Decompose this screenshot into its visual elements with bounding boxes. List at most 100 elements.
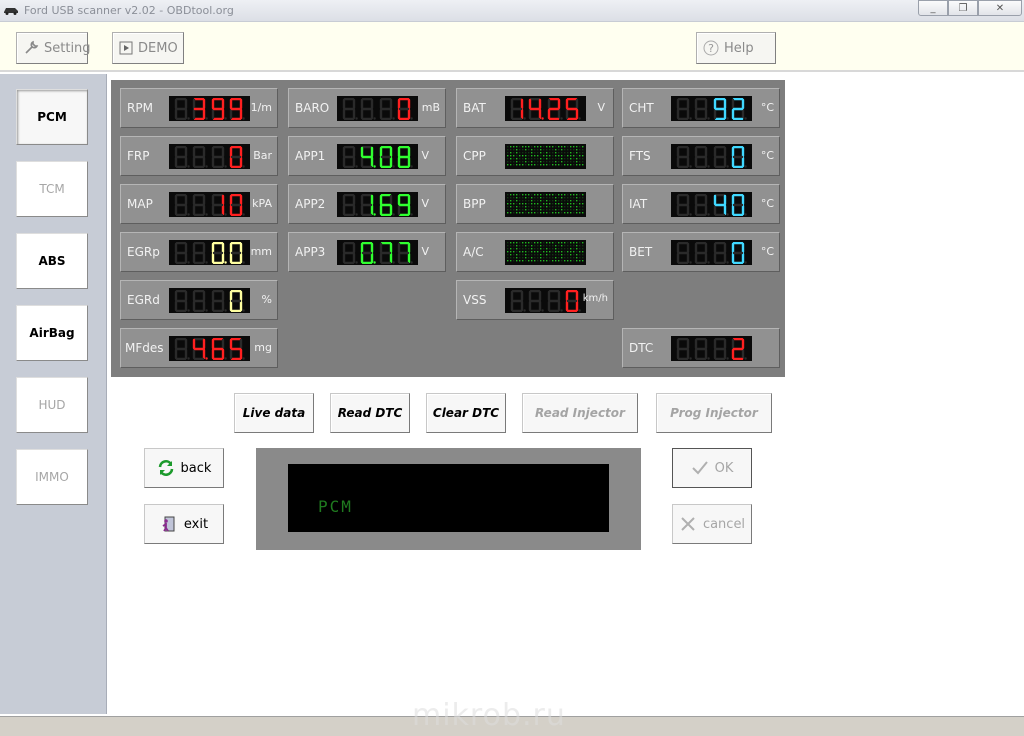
restore-button[interactable]: ❐	[948, 0, 978, 16]
seven-seg-display	[337, 240, 418, 265]
gauge-unit: mg	[254, 341, 272, 354]
prog-injector-button[interactable]: Prog Injector	[656, 393, 772, 433]
sidebar-item-label: ABS	[38, 254, 66, 268]
help-button[interactable]: ? Help	[696, 32, 776, 64]
seven-seg-display	[169, 96, 250, 121]
back-label: back	[180, 460, 212, 476]
gauge-map: MAP kPA	[120, 184, 278, 224]
dot-matrix-display	[505, 240, 586, 265]
gauge-label: CHT	[629, 101, 654, 115]
gauge-bet: BET °C	[622, 232, 780, 272]
sidebar-item-label: AirBag	[29, 326, 75, 340]
car-icon	[4, 8, 18, 15]
gauge-label: BAT	[463, 101, 486, 115]
cross-icon	[679, 515, 697, 533]
clear-dtc-button[interactable]: Clear DTC	[426, 393, 506, 433]
seven-seg-display	[671, 192, 752, 217]
gauge-label: MAP	[127, 197, 153, 211]
help-label: Help	[724, 40, 754, 56]
gauge-label: IAT	[629, 197, 648, 211]
gauge-unit: °C	[760, 149, 774, 162]
gauge-unit: mB	[421, 101, 440, 114]
gauge-unit: °C	[760, 101, 774, 114]
gauge-bat: BAT V	[456, 88, 614, 128]
gauge-unit: Bar	[253, 149, 272, 162]
gauge-cpp: CPP	[456, 136, 614, 176]
sidebar-item-pcm[interactable]: PCM	[16, 89, 88, 145]
gauge-label: APP2	[295, 197, 326, 211]
setting-button[interactable]: Setting	[16, 32, 91, 64]
sidebar-item-label: IMMO	[35, 470, 69, 484]
dot-matrix-display	[505, 192, 586, 217]
gauge-label: BPP	[463, 197, 486, 211]
gauge-unit: V	[421, 197, 429, 210]
gauge-frp: FRP Bar	[120, 136, 278, 176]
sidebar-item-airbag[interactable]: AirBag	[16, 305, 88, 361]
gauge-label: APP1	[295, 149, 326, 163]
seven-seg-display	[337, 96, 418, 121]
message-text: PCM	[318, 497, 353, 516]
gauge-app1: APP1 V	[288, 136, 446, 176]
seven-seg-display	[337, 144, 418, 169]
seven-seg-display	[505, 288, 586, 313]
gauge-egrp: EGRp mm	[120, 232, 278, 272]
gauge-rpm: RPM 1/m	[120, 88, 278, 128]
dot-matrix-display	[505, 144, 586, 169]
cancel-button[interactable]: cancel	[672, 504, 752, 544]
gauge-unit: mm	[250, 245, 272, 258]
check-icon	[691, 459, 709, 477]
ok-button[interactable]: OK	[672, 448, 752, 488]
read-dtc-button[interactable]: Read DTC	[330, 393, 410, 433]
seven-seg-display	[671, 336, 752, 361]
window-title: Ford USB scanner v2.02 - OBDtool.org	[24, 4, 234, 17]
gauge-unit: kPA	[252, 197, 272, 210]
wrench-icon	[23, 40, 39, 56]
gauge-label: FRP	[127, 149, 150, 163]
gauge-label: EGRp	[127, 245, 160, 259]
gauge-egrd: EGRd %	[120, 280, 278, 320]
seven-seg-display	[169, 336, 250, 361]
gauge-fts: FTS °C	[622, 136, 780, 176]
watermark-text: mikrob.ru	[412, 698, 566, 733]
minimize-button[interactable]: _	[918, 0, 948, 16]
sidebar-item-hud[interactable]: HUD	[16, 377, 88, 433]
gauge-label: APP3	[295, 245, 326, 259]
sidebar-item-immo[interactable]: IMMO	[16, 449, 88, 505]
gauge-app2: APP2 V	[288, 184, 446, 224]
back-button[interactable]: back	[144, 448, 224, 488]
sidebar-item-tcm[interactable]: TCM	[16, 161, 88, 217]
gauge-iat: IAT °C	[622, 184, 780, 224]
gauge-unit: V	[421, 245, 429, 258]
sidebar-item-label: HUD	[38, 398, 66, 412]
svg-text:?: ?	[708, 42, 714, 55]
ok-label: OK	[714, 460, 734, 476]
seven-seg-display	[169, 192, 250, 217]
exit-button[interactable]: exit	[144, 504, 224, 544]
live-data-button[interactable]: Live data	[234, 393, 314, 433]
title-bar: Ford USB scanner v2.02 - OBDtool.org _ ❐…	[0, 0, 1024, 22]
demo-button[interactable]: DEMO	[112, 32, 184, 64]
message-display: PCM	[288, 464, 609, 532]
gauge-label: DTC	[629, 341, 654, 355]
seven-seg-display	[337, 192, 418, 217]
seven-seg-display	[671, 144, 752, 169]
gauge-cht: CHT °C	[622, 88, 780, 128]
play-icon	[119, 40, 133, 56]
gauge-label: FTS	[629, 149, 651, 163]
sidebar-item-abs[interactable]: ABS	[16, 233, 88, 289]
gauge-vss: VSS km/h	[456, 280, 614, 320]
seven-seg-display	[671, 240, 752, 265]
sidebar-item-label: PCM	[37, 110, 67, 124]
read-injector-button[interactable]: Read Injector	[522, 393, 638, 433]
gauge-label: A/C	[463, 245, 484, 259]
app-window: Ford USB scanner v2.02 - OBDtool.org _ ❐…	[0, 0, 1024, 736]
gauge-label: BARO	[295, 101, 330, 115]
cancel-label: cancel	[702, 516, 746, 532]
demo-label: DEMO	[138, 40, 178, 56]
refresh-icon	[157, 459, 175, 477]
toolbar: Setting DEMO ? Help	[0, 22, 1024, 72]
gauge-label: CPP	[463, 149, 486, 163]
help-icon: ?	[703, 40, 719, 56]
gauge-dtc: DTC	[622, 328, 780, 368]
close-button[interactable]: ✕	[978, 0, 1022, 16]
